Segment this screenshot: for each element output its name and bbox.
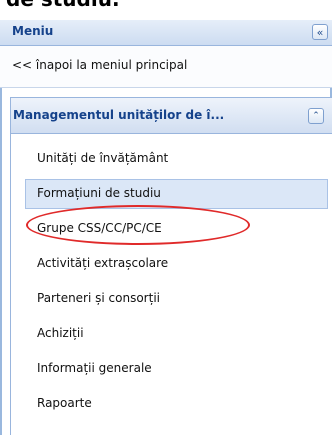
chevron-up-icon: ⌃ — [312, 110, 320, 121]
menu-item-informatii[interactable]: Informații generale — [11, 354, 332, 384]
menu-item-label: Activități extrașcolare — [37, 256, 169, 270]
back-link-label: << înapoi la meniul principal — [12, 58, 188, 72]
section-menu-list: Unități de învățământ Formațiuni de stud… — [11, 144, 332, 424]
section-panel: Managementul unităților de î... ⌃ Unităț… — [10, 97, 332, 435]
menu-item-formatiuni[interactable]: Formațiuni de studiu — [25, 179, 328, 209]
page-heading-fragment: de studiu. — [6, 0, 120, 11]
menu-panel-header: Meniu « — [0, 20, 332, 46]
back-to-main-menu-link[interactable]: << înapoi la meniul principal — [0, 46, 332, 88]
double-chevron-left-icon: « — [316, 25, 324, 39]
menu-item-label: Informații generale — [37, 361, 152, 375]
menu-item-label: Unități de învățământ — [37, 151, 169, 165]
menu-item-activitati[interactable]: Activități extrașcolare — [11, 249, 332, 279]
collapse-panel-button[interactable]: « — [312, 24, 328, 40]
section-header[interactable]: Managementul unităților de î... ⌃ — [11, 97, 332, 134]
menu-item-label: Formațiuni de studiu — [37, 186, 161, 200]
menu-item-label: Achiziții — [37, 326, 84, 340]
collapse-section-button[interactable]: ⌃ — [308, 108, 324, 124]
menu-item-achizitii[interactable]: Achiziții — [11, 319, 332, 349]
menu-item-label: Grupe CSS/CC/PC/CE — [37, 221, 162, 235]
section-title: Managementul unităților de î... — [13, 108, 225, 122]
menu-item-parteneri[interactable]: Parteneri și consorții — [11, 284, 332, 314]
menu-item-label: Rapoarte — [37, 396, 92, 410]
menu-item-grupe[interactable]: Grupe CSS/CC/PC/CE — [11, 214, 332, 244]
menu-item-rapoarte[interactable]: Rapoarte — [11, 389, 332, 419]
menu-item-unitati[interactable]: Unități de învățământ — [11, 144, 332, 174]
menu-panel-title: Meniu — [12, 24, 54, 38]
menu-item-label: Parteneri și consorții — [37, 291, 160, 305]
